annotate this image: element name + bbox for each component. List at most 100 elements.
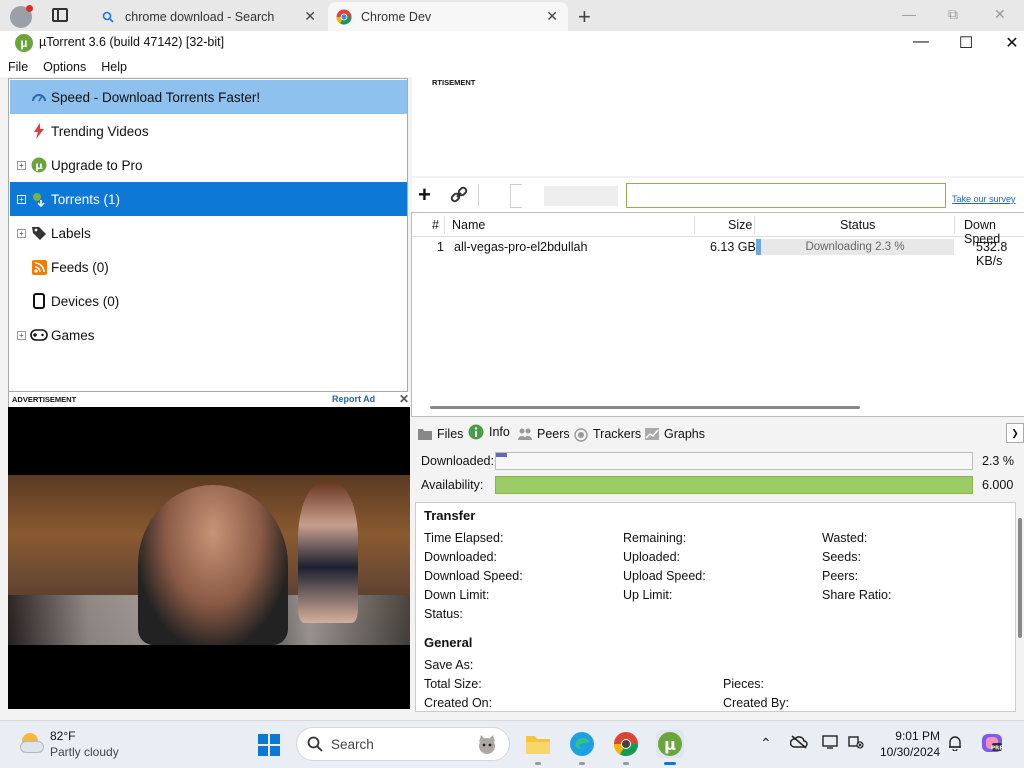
tab-trackers[interactable]: Trackers [574,427,641,442]
maximize-button[interactable]: ☐ [951,33,981,53]
column-name[interactable]: Name [452,218,485,232]
sidebar-item-speed[interactable]: Speed - Download Torrents Faster! [10,80,407,114]
ad-video[interactable] [8,407,410,709]
field-downloaded: Downloaded: [424,550,497,564]
svg-text:PRE: PRE [991,746,1003,752]
close-button[interactable]: ✕ [997,33,1024,53]
field-created-by: Created By: [723,696,790,710]
sidebar-item-label: Feeds (0) [51,259,109,275]
taskbar: 82°F Partly cloudy Search µ ⌃ 9:01 PM 10… [0,720,1024,768]
weather-icon[interactable] [18,731,46,755]
expand-icon[interactable]: + [17,160,26,170]
sidebar-item-devices[interactable]: Devices (0) [10,284,407,318]
onedrive-icon[interactable] [789,735,808,752]
availability-value: 6.000 [982,478,1014,492]
toolbar-placeholder [544,186,618,206]
utorrent-icon: µ [30,156,48,174]
weather-temp[interactable]: 82°F [50,729,75,743]
notification-bell-icon[interactable] [948,735,962,754]
clock-time: 9:01 PM [895,729,940,743]
sidebar-item-games[interactable]: + Games [10,318,407,352]
search-provider-icon[interactable] [510,184,522,208]
browser-tab-search[interactable]: chrome download - Search ✕ [92,2,326,31]
add-link-icon[interactable] [450,186,468,207]
field-seeds: Seeds: [822,550,861,564]
horizontal-scrollbar[interactable] [430,406,860,409]
edge-icon[interactable] [568,730,596,765]
column-size[interactable]: Size [728,218,752,232]
browser-close-button[interactable]: ✕ [994,6,1006,23]
expand-icon[interactable]: + [17,228,26,238]
ad-label: ADVERTISEMENT [12,395,77,404]
chrome-icon [336,9,352,25]
availability-row: Availability: 6.000 [416,474,1024,496]
tab-info[interactable]: Info [468,424,510,440]
tab-peers[interactable]: Peers [518,427,570,441]
browser-tab-chrome-dev[interactable]: Chrome Dev ✕ [328,2,568,31]
utorrent-taskbar-icon[interactable]: µ [656,730,684,765]
menu-file[interactable]: File [0,57,35,77]
weather-desc[interactable]: Partly cloudy [50,745,119,759]
display-icon[interactable] [822,735,838,752]
search-input[interactable] [626,183,946,208]
expand-icon[interactable]: + [17,194,26,204]
ad-label: RTISEMENT [432,78,476,87]
close-tab-icon[interactable]: ✕ [304,8,316,25]
browser-tab-strip: chrome download - Search ✕ Chrome Dev ✕ … [0,0,1024,31]
video-scene [8,475,410,645]
torrent-down-speed: 532.8 KB/s [976,240,1008,268]
utorrent-logo-icon: µ [15,34,33,52]
sidebar-item-feeds[interactable]: Feeds (0) [10,250,407,284]
file-explorer-icon[interactable] [524,730,552,765]
report-ad-link[interactable]: Report Ad [332,394,375,404]
survey-link[interactable]: Take our survey [952,194,1016,204]
sidebar-item-label: Trending Videos [51,123,149,139]
availability-label: Availability: [421,478,484,492]
profile-avatar-icon[interactable] [10,5,33,28]
table-row[interactable]: 1 all-vegas-pro-el2bdullah 6.13 GB Downl… [412,237,1024,268]
network-disconnected-icon[interactable] [848,735,864,752]
sidebar-item-label: Devices (0) [51,293,120,309]
chrome-dev-icon[interactable] [612,730,640,765]
gamepad-icon [30,326,48,344]
close-tab-icon[interactable]: ✕ [546,8,558,25]
sidebar-item-upgrade[interactable]: + µ Upgrade to Pro [10,148,407,182]
browser-minimize-button[interactable]: — [902,6,916,22]
downloaded-row: Downloaded: 2.3 % [416,450,1024,472]
add-torrent-button[interactable]: + [418,182,431,208]
sidebar-item-torrents[interactable]: + Torrents (1) [10,182,407,216]
taskbar-search[interactable]: Search [296,727,510,761]
close-ad-icon[interactable]: ✕ [399,392,409,406]
torrent-list: # Name Size Status Down Speed 1 all-vega… [411,212,1024,417]
ad-banner[interactable]: RTISEMENT [412,76,1024,176]
expand-icon[interactable]: + [17,330,26,340]
system-clock[interactable]: 9:01 PM 10/30/2024 [878,729,940,759]
info-icon [468,424,484,440]
ad-header: ADVERTISEMENT Report Ad ✕ [8,392,410,407]
vertical-scrollbar[interactable] [1018,518,1022,638]
windows-start-icon[interactable] [258,734,280,756]
menu-options[interactable]: Options [35,57,93,77]
column-number[interactable]: # [432,218,439,232]
menu-help[interactable]: Help [93,57,134,77]
field-up-limit: Up Limit: [623,588,673,602]
field-status: Status: [424,607,463,621]
sidebar-item-labels[interactable]: + Labels [10,216,407,250]
sidebar-item-label: Labels [51,225,91,241]
new-tab-button[interactable]: + [578,4,591,30]
tray-overflow-chevron-icon[interactable]: ⌃ [760,735,772,752]
field-total-size: Total Size: [424,677,482,691]
tab-files[interactable]: Files [418,427,463,441]
sidebar-item-trending[interactable]: Trending Videos [10,114,407,148]
downloaded-value: 2.3 % [982,454,1014,468]
tab-actions-icon[interactable] [52,8,68,22]
copilot-icon[interactable]: PRE [980,731,1004,758]
more-tabs-chevron-icon[interactable]: ❯ [1006,423,1024,443]
field-download-speed: Download Speed: [424,569,523,583]
tab-graphs[interactable]: Graphs [645,427,705,441]
info-panel: Transfer Time Elapsed: Remaining: Wasted… [415,502,1016,712]
sidebar-item-label: Torrents (1) [51,191,121,207]
browser-restore-button[interactable]: ⧉ [948,6,958,23]
column-status[interactable]: Status [840,218,875,232]
minimize-button[interactable]: — [906,33,936,51]
